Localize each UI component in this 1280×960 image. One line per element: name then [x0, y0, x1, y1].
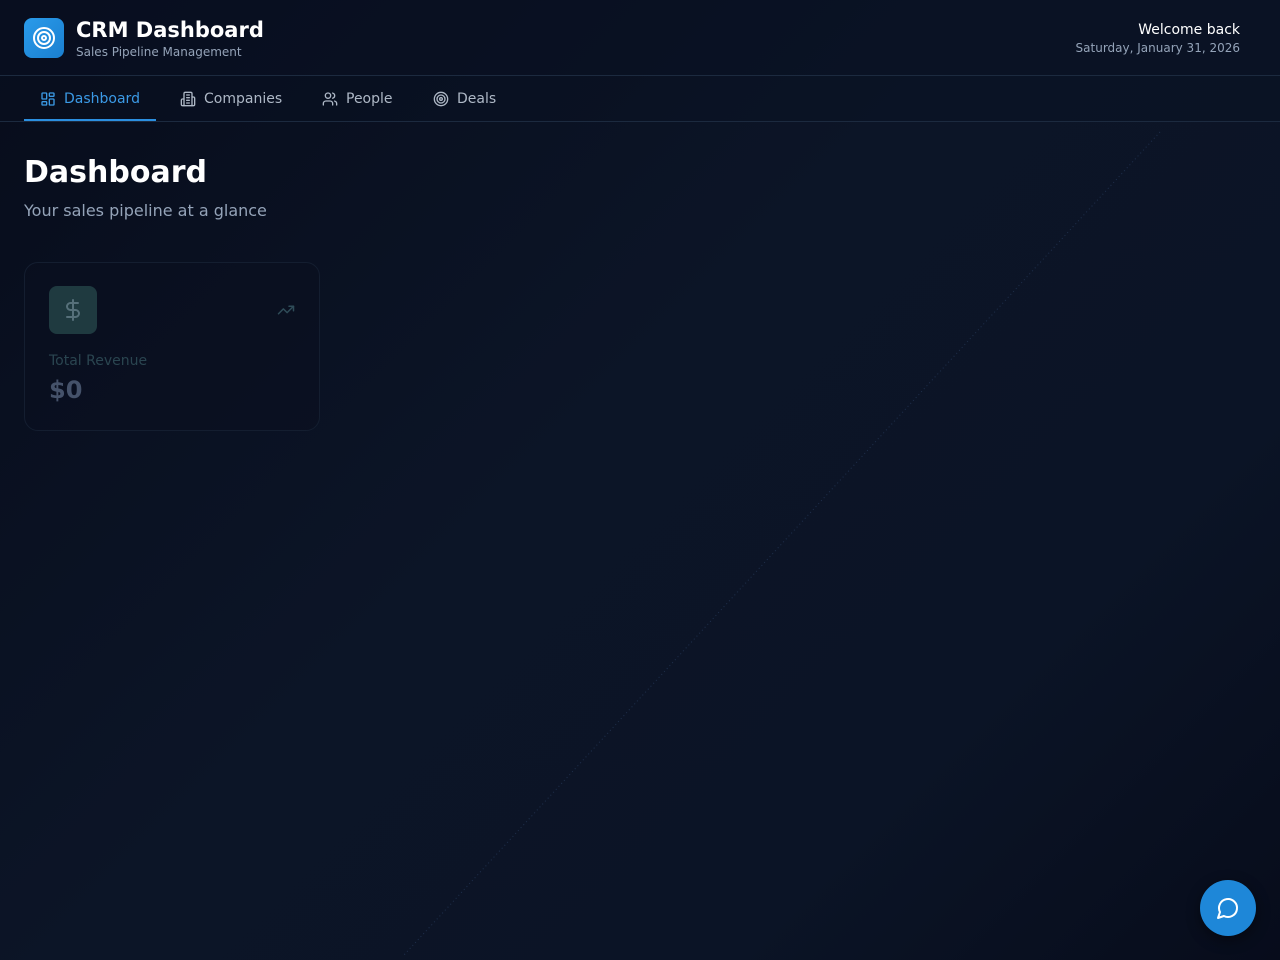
app-title: CRM Dashboard — [76, 18, 264, 42]
tab-label: People — [346, 90, 393, 107]
tab-people[interactable]: People — [322, 76, 393, 121]
tab-label: Deals — [457, 90, 497, 107]
users-icon — [322, 91, 338, 106]
tab-label: Dashboard — [64, 90, 140, 107]
dashboard-grid-icon — [41, 91, 55, 106]
stat-card-total-revenue[interactable]: Total Revenue $0 — [24, 262, 320, 431]
target-icon[interactable] — [24, 18, 64, 58]
building-icon — [180, 91, 196, 106]
target-icon — [433, 91, 449, 106]
tab-deals[interactable]: Deals — [433, 76, 496, 121]
stat-label: Total Revenue — [49, 353, 148, 369]
app-header: CRM Dashboard Sales Pipeline Management … — [0, 0, 1280, 76]
tab-dashboard[interactable]: Dashboard — [24, 76, 156, 121]
stat-value: $0 — [49, 376, 83, 404]
background-diagonal-line — [403, 131, 1161, 956]
welcome-text: Welcome back — [1138, 22, 1240, 38]
main-nav: Dashboard Companies People Deals — [0, 76, 1280, 122]
trending-up-icon — [277, 305, 295, 315]
chat-button[interactable] — [1200, 880, 1256, 936]
page-subtitle: Your sales pipeline at a glance — [24, 201, 267, 220]
page-title: Dashboard — [24, 155, 207, 190]
dollar-icon — [49, 286, 97, 334]
chat-bubble-icon — [1217, 898, 1238, 919]
tab-label: Companies — [204, 90, 283, 107]
current-date: Saturday, January 31, 2026 — [1075, 41, 1240, 55]
tab-companies[interactable]: Companies — [180, 76, 282, 121]
app-subtitle: Sales Pipeline Management — [76, 45, 242, 59]
